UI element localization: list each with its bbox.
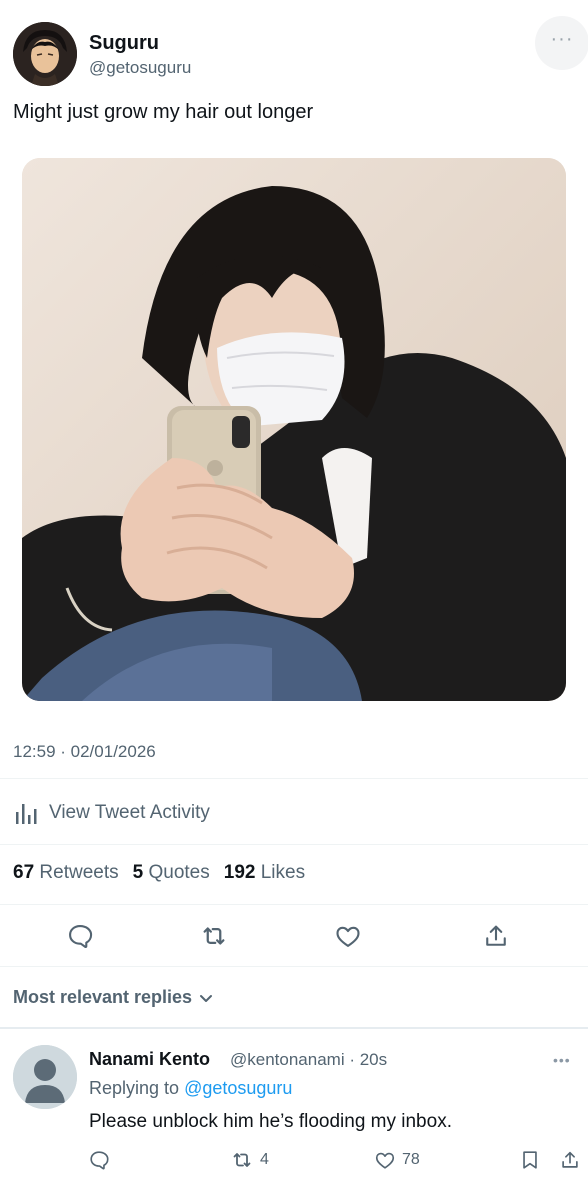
- divider: [0, 1027, 588, 1029]
- reply-author-name[interactable]: Nanami Kento: [89, 1049, 210, 1070]
- heart-icon: [375, 1152, 395, 1169]
- reply-like-button[interactable]: 78: [374, 1148, 420, 1172]
- tweet-timestamp[interactable]: 12:59 · 02/01/2026: [13, 742, 156, 762]
- share-button[interactable]: [480, 920, 512, 952]
- more-options-button[interactable]: ···: [535, 16, 588, 70]
- reply-icon: [90, 1151, 109, 1170]
- reply-button[interactable]: [64, 920, 96, 952]
- replying-to: Replying to @getosuguru: [89, 1078, 292, 1099]
- reply-icon: [69, 925, 93, 949]
- chevron-down-icon: [200, 994, 213, 1002]
- retweets-stat[interactable]: 67 Retweets: [13, 862, 119, 884]
- retweet-button[interactable]: [198, 920, 230, 952]
- divider: [0, 966, 588, 967]
- divider: [0, 778, 588, 779]
- reply-retweet-button[interactable]: 4: [230, 1148, 269, 1172]
- replying-prefix: Replying to: [89, 1078, 185, 1098]
- bookmark-icon: [523, 1151, 537, 1169]
- reply-share-button[interactable]: [559, 1148, 581, 1172]
- reply-author-handle[interactable]: @kentonanami · 20s: [230, 1050, 387, 1070]
- retweet-icon: [203, 927, 225, 945]
- reply-avatar[interactable]: [13, 1045, 77, 1109]
- author-name[interactable]: Suguru: [89, 32, 159, 55]
- tweet-photo[interactable]: [22, 158, 566, 701]
- more-icon: ···: [550, 28, 574, 50]
- replies-sort-dropdown[interactable]: Most relevant replies: [13, 987, 214, 1008]
- likes-stat[interactable]: 192 Likes: [224, 862, 305, 884]
- reply-retweet-count: 4: [260, 1151, 269, 1168]
- like-button[interactable]: [332, 920, 364, 952]
- replies-sort-label: Most relevant replies: [13, 987, 193, 1007]
- reply-like-count: 78: [402, 1151, 420, 1168]
- reply-text: Please unblock him he’s flooding my inbo…: [89, 1111, 452, 1132]
- reply-reply-button[interactable]: [88, 1148, 110, 1172]
- divider: [0, 844, 588, 845]
- default-avatar-icon: [13, 1045, 77, 1109]
- share-icon: [486, 925, 506, 946]
- replying-mention[interactable]: @getosuguru: [184, 1078, 292, 1098]
- divider: [0, 904, 588, 905]
- activity-label: View Tweet Activity: [49, 802, 210, 823]
- heart-icon: [336, 926, 360, 947]
- quotes-stat[interactable]: 5 Quotes: [133, 862, 210, 884]
- bookmark-button[interactable]: [519, 1148, 541, 1172]
- retweet-icon: [233, 1153, 251, 1167]
- author-handle[interactable]: @getosuguru: [89, 58, 191, 78]
- author-avatar[interactable]: [13, 22, 77, 86]
- analytics-icon: [16, 804, 37, 824]
- view-tweet-activity[interactable]: View Tweet Activity: [13, 799, 210, 827]
- reply-more-icon[interactable]: •••: [553, 1052, 571, 1068]
- share-icon: [562, 1151, 578, 1168]
- tweet-text: Might just grow my hair out longer: [13, 101, 314, 123]
- tweet-stats: 67 Retweets 5 Quotes 192 Likes: [13, 862, 305, 884]
